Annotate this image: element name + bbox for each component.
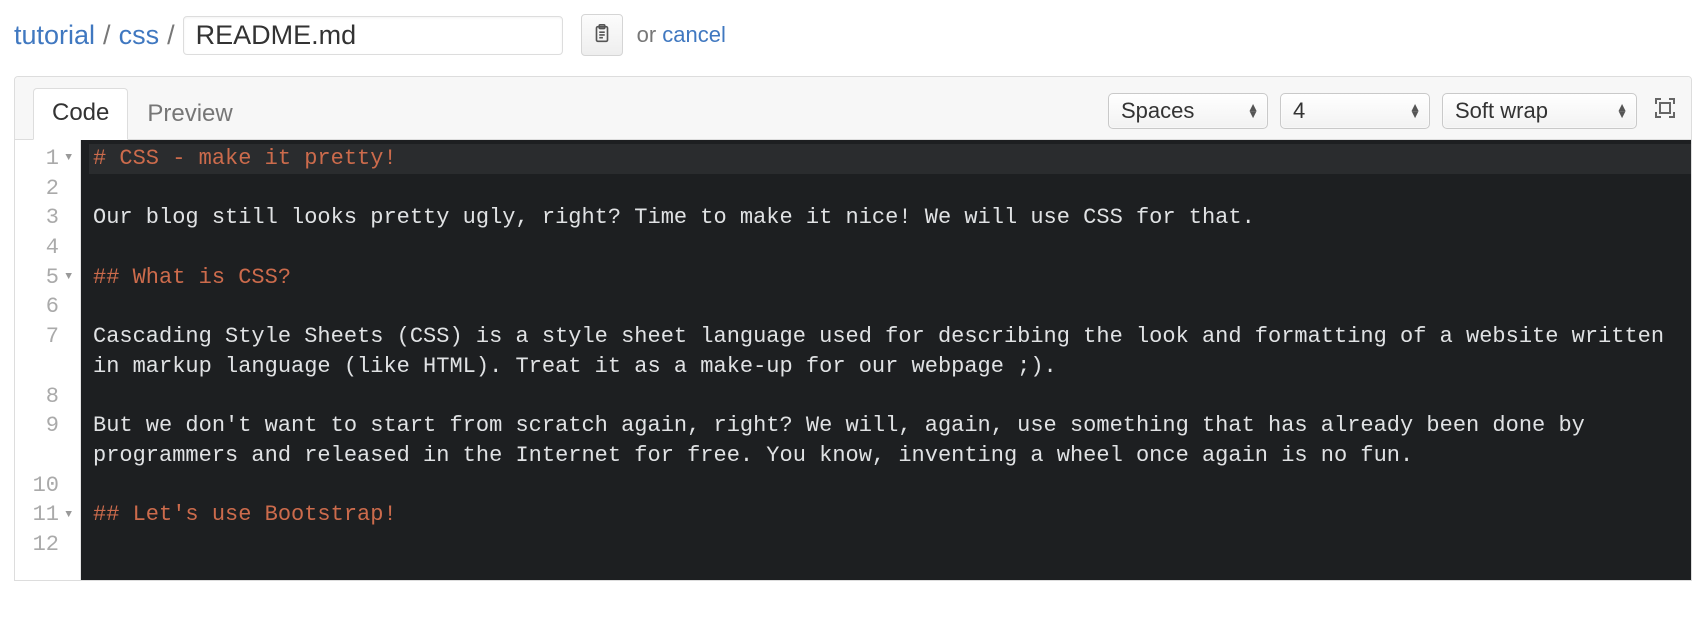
code-line[interactable]: ## What is CSS? [89, 263, 1691, 293]
editor-toolbar: Code Preview Spaces ▲▼ 4 ▲▼ Soft wrap ▲▼ [15, 77, 1691, 140]
breadcrumb-folder-link[interactable]: css [119, 20, 160, 51]
line-number: 5▼ [15, 263, 74, 293]
breadcrumb-separator: / [167, 20, 175, 51]
tab-preview[interactable]: Preview [128, 89, 251, 140]
line-number: 4 [15, 233, 74, 263]
select-arrows-icon: ▲▼ [1616, 104, 1628, 118]
code-editor[interactable]: 1▼2345▼67 89 1011▼12 # CSS - make it prett… [15, 140, 1691, 580]
editor-tabs: Code Preview [33, 87, 1108, 139]
line-number: 7 [15, 322, 74, 352]
breadcrumb-root-link[interactable]: tutorial [14, 20, 95, 51]
fold-marker-icon[interactable]: ▼ [62, 508, 72, 523]
line-number: 6 [15, 292, 74, 322]
code-line[interactable] [89, 382, 1691, 412]
code-line[interactable]: But we don't want to start from scratch … [89, 411, 1691, 441]
wrap-mode-value: Soft wrap [1455, 98, 1548, 124]
fold-marker-icon[interactable]: ▼ [62, 151, 72, 166]
breadcrumb: tutorial / css / [14, 16, 563, 55]
select-arrows-icon: ▲▼ [1247, 104, 1259, 118]
line-number-gutter: 1▼2345▼67 89 1011▼12 [15, 140, 81, 580]
code-line[interactable] [89, 530, 1691, 560]
select-arrows-icon: ▲▼ [1409, 104, 1421, 118]
code-line[interactable]: Cascading Style Sheets (CSS) is a style … [89, 322, 1691, 352]
line-number: 9 [15, 411, 74, 441]
editor-panel: Code Preview Spaces ▲▼ 4 ▲▼ Soft wrap ▲▼ [14, 76, 1692, 581]
filename-input[interactable] [183, 16, 563, 55]
code-line[interactable]: Our blog still looks pretty ugly, right?… [89, 203, 1691, 233]
code-line[interactable] [89, 174, 1691, 204]
indent-mode-select[interactable]: Spaces ▲▼ [1108, 93, 1268, 129]
code-line[interactable]: # CSS - make it pretty! [89, 144, 1691, 174]
line-number: 11▼ [15, 500, 74, 530]
cancel-link[interactable]: cancel [662, 22, 726, 47]
code-content[interactable]: # CSS - make it pretty! Our blog still lo… [81, 140, 1691, 580]
code-line[interactable]: ## Let's use Bootstrap! [89, 500, 1691, 530]
code-line[interactable] [89, 471, 1691, 501]
indent-size-select[interactable]: 4 ▲▼ [1280, 93, 1430, 129]
line-number: 3 [15, 203, 74, 233]
paste-clipboard-button[interactable] [581, 14, 623, 56]
breadcrumb-separator: / [103, 20, 111, 51]
editor-controls: Spaces ▲▼ 4 ▲▼ Soft wrap ▲▼ [1108, 93, 1681, 139]
code-line[interactable] [89, 233, 1691, 263]
clipboard-icon [591, 23, 613, 48]
tab-code[interactable]: Code [33, 88, 128, 140]
line-number [15, 441, 74, 471]
fullscreen-icon [1653, 96, 1677, 126]
line-number: 1▼ [15, 144, 74, 174]
line-number [15, 352, 74, 382]
indent-mode-value: Spaces [1121, 98, 1194, 124]
line-number: 10 [15, 471, 74, 501]
line-number: 8 [15, 382, 74, 412]
indent-size-value: 4 [1293, 98, 1305, 124]
fullscreen-button[interactable] [1649, 97, 1681, 125]
code-line[interactable]: in markup language (like HTML). Treat it… [89, 352, 1691, 382]
fold-marker-icon[interactable]: ▼ [62, 270, 72, 285]
code-line[interactable]: programmers and released in the Internet… [89, 441, 1691, 471]
line-number: 12 [15, 530, 74, 560]
or-cancel-text: or cancel [637, 22, 726, 48]
line-number: 2 [15, 174, 74, 204]
wrap-mode-select[interactable]: Soft wrap ▲▼ [1442, 93, 1637, 129]
file-header-row: tutorial / css / or cancel [14, 14, 1692, 56]
code-line[interactable] [89, 292, 1691, 322]
